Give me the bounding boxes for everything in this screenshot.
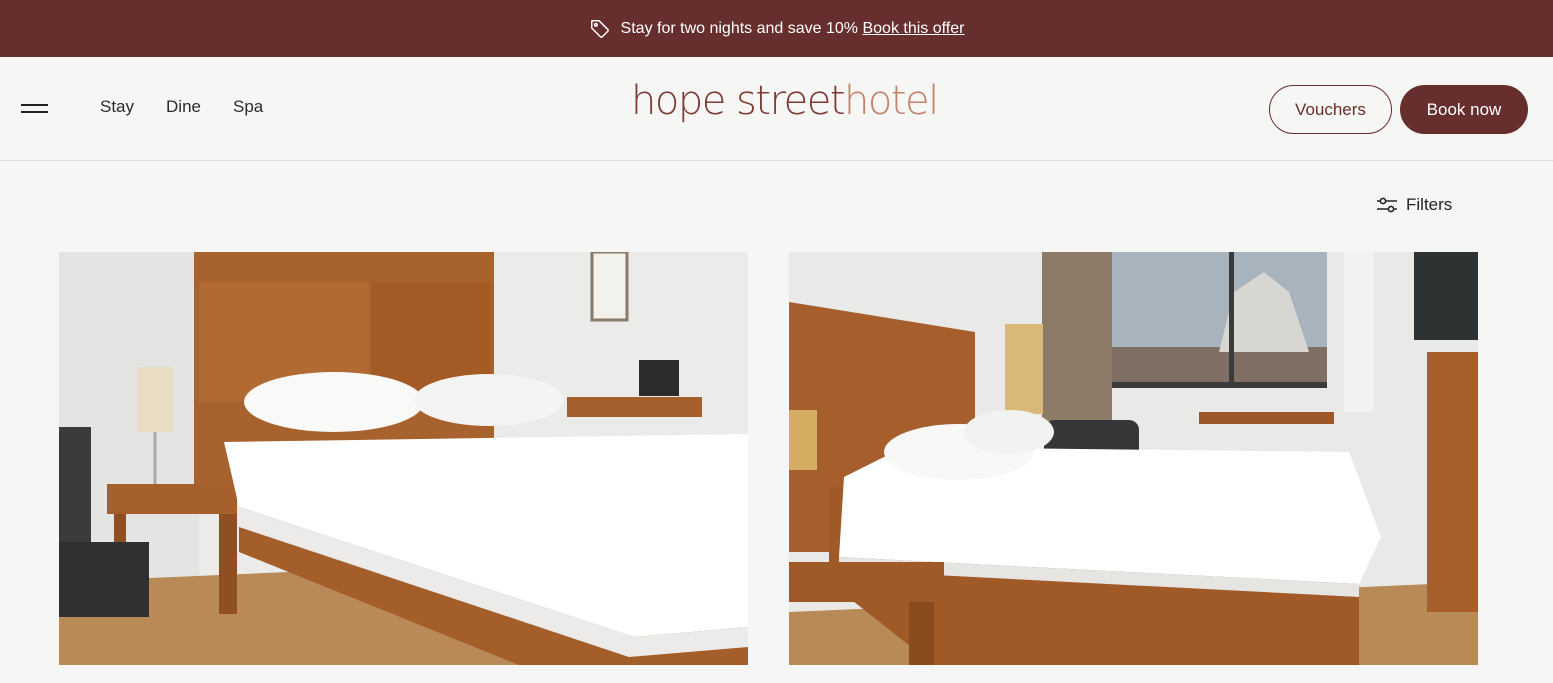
tag-icon — [590, 19, 609, 38]
hotel-logo[interactable]: hope streethotel — [631, 78, 939, 124]
book-now-button[interactable]: Book now — [1400, 85, 1528, 134]
room-card-1[interactable] — [59, 252, 748, 665]
vouchers-button[interactable]: Vouchers — [1269, 85, 1392, 134]
hotel-room-window-photo — [789, 252, 1478, 665]
nav-spa[interactable]: Spa — [233, 97, 263, 117]
hamburger-menu-icon[interactable] — [21, 100, 48, 118]
main-nav: Stay Dine Spa — [100, 97, 263, 117]
hotel-room-bed-photo — [59, 252, 748, 665]
nav-dine[interactable]: Dine — [166, 97, 201, 117]
book-offer-link[interactable]: Book this offer — [862, 20, 964, 37]
logo-part-hotel: hotel — [844, 78, 939, 124]
nav-stay[interactable]: Stay — [100, 97, 134, 117]
promo-text: Stay for two nights and save 10% — [620, 19, 859, 37]
promo-banner: Stay for two nights and save 10% Book th… — [0, 0, 1553, 57]
filters-label: Filters — [1406, 195, 1453, 214]
logo-part-hope-street: hope street — [631, 78, 846, 124]
site-header: Stay Dine Spa hope streethotel Vouchers … — [0, 57, 1553, 161]
room-card-2[interactable] — [789, 252, 1478, 665]
filters-button[interactable]: Filters — [1376, 195, 1452, 215]
sliders-icon — [1377, 197, 1397, 213]
